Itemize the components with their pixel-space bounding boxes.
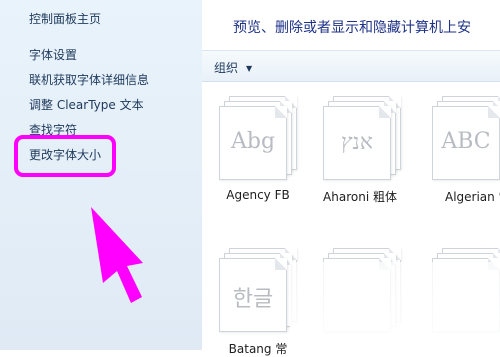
organize-label: 组织 (214, 61, 239, 75)
nav-link-font-settings[interactable]: 字体设置 (29, 46, 77, 63)
font-preview: ABC (441, 129, 491, 154)
font-preview: 한글 (232, 287, 274, 312)
font-tile-agency-fb[interactable]: Abg (219, 96, 297, 180)
faded-overlay (290, 262, 500, 350)
nav-link-control-panel-home[interactable]: 控制面板主页 (29, 10, 101, 27)
font-page-icon: ABC (432, 106, 500, 180)
annotation-highlight-box (14, 135, 116, 177)
page-description: 预览、删除或者显示和隐藏计算机上安 (233, 20, 471, 36)
font-tile-aharoni[interactable]: אנץ (323, 96, 401, 180)
command-bar: 组织 ▼ (202, 50, 500, 82)
organize-button[interactable]: 组织 ▼ (214, 59, 252, 76)
font-tile-algerian[interactable]: ABC (432, 96, 500, 180)
font-name[interactable]: Algerian 常 (408, 188, 500, 205)
font-page-icon: Abg (219, 106, 287, 180)
font-page-icon: 한글 (219, 258, 287, 332)
font-preview: אנץ (341, 130, 373, 155)
font-name[interactable]: Agency FB (203, 188, 313, 202)
font-preview: Abg (230, 129, 276, 154)
font-tile-batang[interactable]: 한글 (219, 248, 297, 332)
font-page-icon: אנץ (323, 106, 391, 180)
dropdown-arrow-icon: ▼ (246, 64, 253, 73)
nav-link-get-font-info-online[interactable]: 联机获取字体详细信息 (29, 71, 149, 88)
annotation-arrow-icon (91, 207, 143, 303)
font-name[interactable]: Aharoni 粗体 (305, 188, 415, 205)
nav-link-adjust-cleartype[interactable]: 调整 ClearType 文本 (29, 96, 144, 113)
